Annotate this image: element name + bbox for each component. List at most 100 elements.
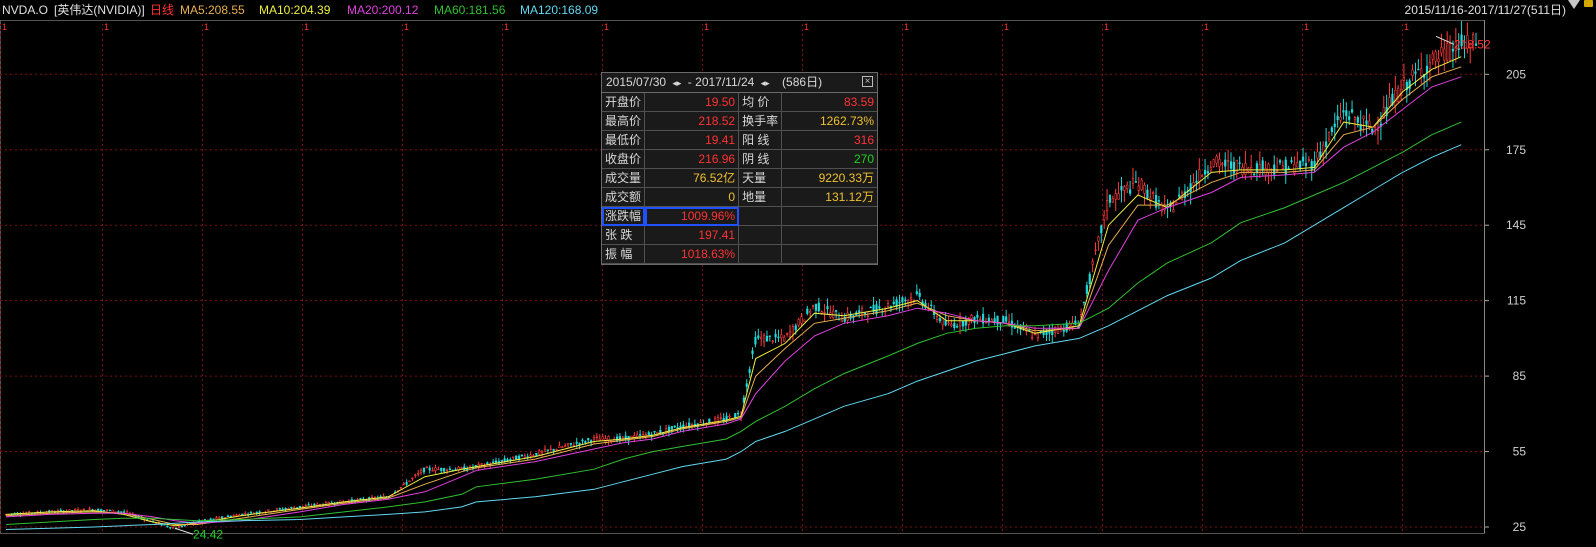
candle-body bbox=[575, 441, 578, 444]
candle-body bbox=[1224, 159, 1227, 167]
y-tick-label: 205 bbox=[1506, 67, 1526, 81]
candle-body bbox=[846, 312, 849, 321]
candle-body bbox=[359, 498, 362, 500]
candle-body bbox=[987, 317, 990, 322]
candle-body bbox=[1241, 166, 1244, 175]
candle-body bbox=[1394, 89, 1397, 106]
chart-header: NVDA.O [英伟达(NVIDIA)] 日线 MA5:208.55 MA10:… bbox=[0, 0, 1596, 20]
candle-body bbox=[1051, 330, 1054, 336]
candle-body bbox=[480, 463, 483, 466]
candle-body bbox=[1195, 180, 1198, 183]
candle-body bbox=[209, 518, 212, 520]
candle-body bbox=[1201, 175, 1204, 178]
candle-body bbox=[443, 468, 446, 472]
candle-body bbox=[1238, 162, 1241, 164]
candle-body bbox=[1143, 184, 1146, 194]
lock-icon[interactable] bbox=[1584, 0, 1593, 7]
stats-label: 最低价 bbox=[602, 130, 646, 150]
candle-body bbox=[947, 322, 950, 324]
stats-value: 270 bbox=[781, 149, 877, 169]
candle-body bbox=[1140, 179, 1143, 190]
candle-body bbox=[564, 445, 567, 447]
candle-body bbox=[1287, 167, 1290, 170]
candle-body bbox=[958, 318, 962, 327]
high-pointer bbox=[1435, 35, 1455, 45]
candle-body bbox=[754, 336, 757, 345]
stats-label: 振 幅 bbox=[602, 244, 646, 264]
candle-body bbox=[757, 335, 760, 339]
candle-body bbox=[956, 326, 959, 328]
range-end-arrows-icon[interactable]: ◂▸ bbox=[761, 78, 770, 88]
candle-body bbox=[1365, 120, 1368, 125]
stats-value: 19.50 bbox=[644, 93, 740, 112]
candle-body bbox=[546, 449, 549, 451]
stats-value: 83.59 bbox=[781, 93, 877, 112]
candle-body bbox=[1356, 117, 1359, 123]
y-tick-label: 175 bbox=[1506, 143, 1526, 157]
candle-body bbox=[1192, 182, 1195, 186]
candle-body bbox=[592, 436, 596, 440]
candle-body bbox=[915, 291, 918, 295]
candle-body bbox=[1290, 160, 1293, 163]
candle-body bbox=[601, 436, 604, 440]
range-start-arrows-icon[interactable]: ◂▸ bbox=[672, 78, 681, 88]
symbol-label[interactable]: NVDA.O bbox=[2, 0, 48, 20]
y-tick-label: 25 bbox=[1513, 520, 1527, 534]
candle-body bbox=[558, 445, 561, 449]
candle-body bbox=[918, 292, 921, 297]
candle-body bbox=[1157, 200, 1161, 202]
candle-body bbox=[543, 448, 547, 452]
candle-body bbox=[993, 318, 996, 323]
candle-body bbox=[820, 311, 823, 314]
stats-value: 1262.73% bbox=[781, 111, 877, 131]
candle-body bbox=[886, 303, 890, 307]
y-tick-label: 55 bbox=[1513, 445, 1527, 459]
candle-body bbox=[1278, 160, 1282, 163]
candle-body bbox=[765, 335, 769, 342]
stats-label: 张 跌 bbox=[602, 225, 646, 245]
candle-body bbox=[278, 508, 281, 510]
stats-label: 成交量 bbox=[602, 168, 646, 188]
candle-body bbox=[979, 318, 982, 321]
candle-body bbox=[82, 508, 85, 511]
candle-body bbox=[555, 449, 558, 451]
candle-body bbox=[255, 511, 258, 514]
candle-body bbox=[538, 450, 541, 455]
dropdown-triangle-icon[interactable] bbox=[1568, 0, 1580, 9]
candle-body bbox=[561, 446, 564, 449]
candle-body bbox=[1134, 181, 1137, 183]
candle-body bbox=[800, 316, 803, 324]
candle-body bbox=[878, 306, 881, 309]
candle-body bbox=[59, 509, 62, 512]
candle-body bbox=[399, 486, 402, 489]
candle-body bbox=[212, 518, 215, 520]
range-label: 2015/11/16-2017/11/27(511日) bbox=[1404, 3, 1566, 17]
candle-body bbox=[1105, 200, 1109, 211]
stats-header: 2015/07/30 ◂▸ - 2017/11/24 ◂▸ (586日) × bbox=[602, 73, 877, 93]
candle-body bbox=[1120, 186, 1123, 191]
candle-body bbox=[1397, 87, 1400, 102]
candle-body bbox=[1336, 115, 1339, 121]
candle-body bbox=[494, 460, 498, 463]
candle-body bbox=[172, 527, 175, 529]
period-label[interactable]: 日线 bbox=[150, 0, 174, 20]
stats-label: 最高价 bbox=[602, 111, 646, 131]
candle-body bbox=[445, 469, 449, 472]
stats-label: 成交额 bbox=[602, 187, 646, 207]
candle-body bbox=[215, 517, 218, 520]
candle-body bbox=[587, 438, 590, 441]
close-icon[interactable]: × bbox=[862, 76, 873, 87]
candle-body bbox=[541, 450, 544, 453]
candle-body bbox=[1111, 198, 1114, 203]
stats-value: 316 bbox=[781, 130, 877, 150]
candle-body bbox=[814, 303, 818, 311]
candle-body bbox=[486, 462, 489, 465]
candle-body bbox=[898, 301, 901, 304]
candle-body bbox=[125, 511, 129, 514]
candle-body bbox=[1448, 43, 1452, 61]
candle-body bbox=[1261, 160, 1264, 171]
stats-value: 131.12万 bbox=[781, 187, 877, 207]
candle-body bbox=[777, 336, 780, 339]
candle-body bbox=[304, 505, 307, 507]
candle-body bbox=[953, 323, 956, 329]
